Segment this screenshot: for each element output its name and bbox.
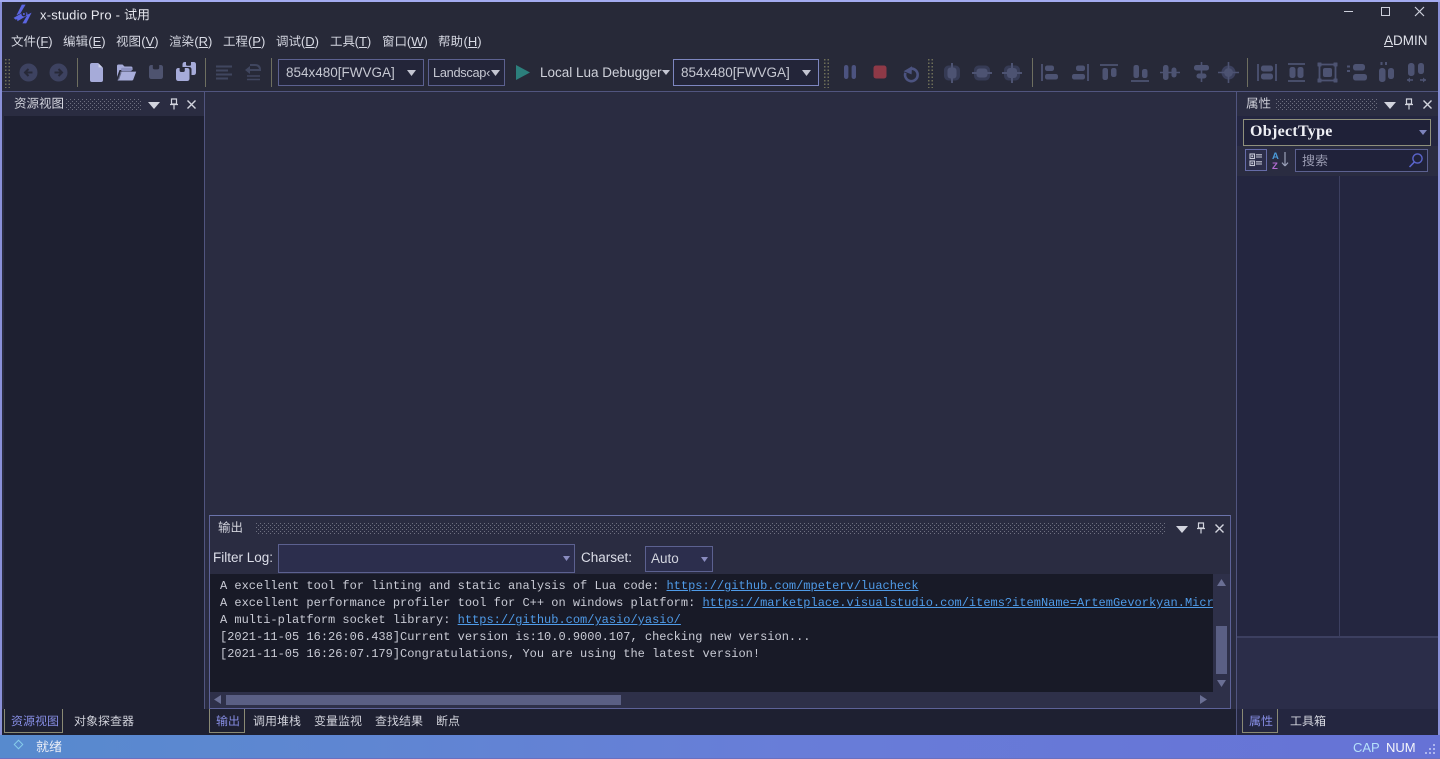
svg-text:Z: Z [1272, 161, 1278, 170]
